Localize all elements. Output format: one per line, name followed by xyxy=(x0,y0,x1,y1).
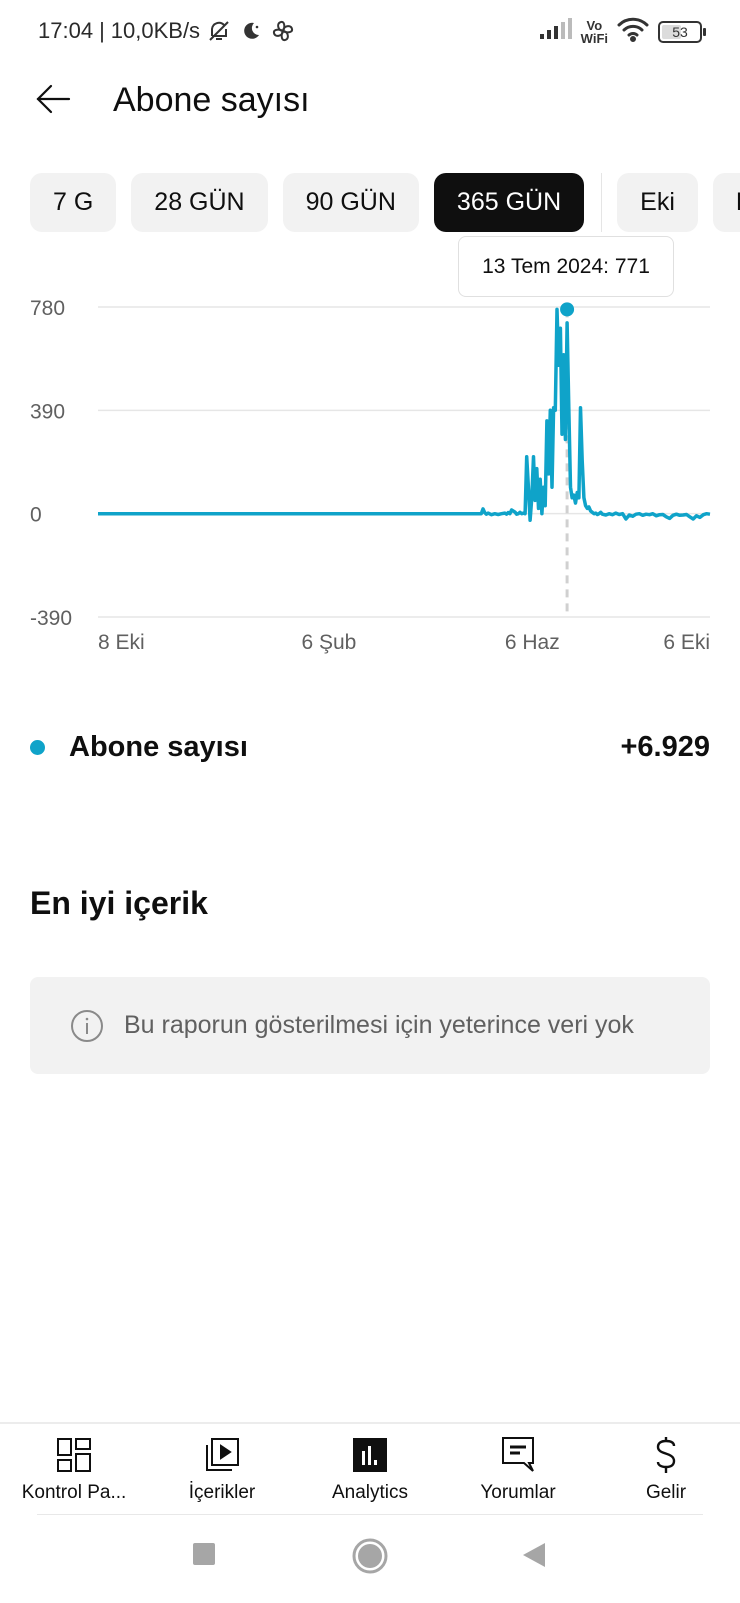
nav-item-revenue[interactable]: Gelir xyxy=(592,1424,740,1514)
arrow-left-icon xyxy=(35,81,71,122)
top-content-title: En iyi içerik xyxy=(30,885,208,921)
chart-tooltip: 13 Tem 2024: 771 xyxy=(458,236,674,297)
dollar-icon xyxy=(647,1436,685,1474)
system-nav-bar xyxy=(0,1530,740,1590)
home-button[interactable] xyxy=(352,1538,388,1579)
chart-legend: Abone sayısı +6.929 xyxy=(30,722,710,772)
bottom-nav: Kontrol Pa... İçerikler Analytics Yoruml… xyxy=(0,1422,740,1514)
moon-icon xyxy=(238,18,264,44)
nav-label: Gelir xyxy=(645,1482,687,1503)
chip-28-days[interactable]: 28 GÜN xyxy=(131,173,268,232)
info-icon xyxy=(70,1009,104,1043)
status-left: 17:04 | 10,0KB/s xyxy=(38,18,296,44)
y-tick-label: 780 xyxy=(30,297,65,320)
chip-month-eyl[interactable]: Eyl xyxy=(712,173,740,232)
nav-divider xyxy=(37,1514,703,1515)
nav-item-content[interactable]: İçerikler xyxy=(148,1424,296,1514)
battery-level: 53 xyxy=(672,23,688,40)
status-time: 17:04 xyxy=(38,18,94,43)
vowifi-bottom: WiFi xyxy=(580,30,608,46)
signal-icon xyxy=(539,17,573,46)
y-tick-label: -390 xyxy=(30,607,72,630)
nav-label: İçerikler xyxy=(188,1482,256,1503)
battery-icon: 53 xyxy=(658,20,706,43)
comments-icon xyxy=(499,1436,537,1474)
vowifi-top: Vo xyxy=(586,17,603,33)
circle-icon xyxy=(352,1538,388,1578)
legend-label: Abone sayısı xyxy=(69,730,248,763)
pinwheel-icon xyxy=(270,18,296,44)
status-separator: | xyxy=(99,18,105,43)
x-tick-label: 6 Şub xyxy=(301,631,356,654)
status-bar: 17:04 | 10,0KB/s Vo WiFi 53 xyxy=(0,0,740,62)
y-tick-label: 0 xyxy=(30,504,42,527)
legend-dot xyxy=(30,739,45,755)
x-tick-label: 6 Eki xyxy=(663,631,710,654)
square-icon xyxy=(192,1543,216,1570)
subscriber-chart[interactable]: 780 390 0 -390 8 Eki 6 Şub 6 Haz 6 Eki 13 Tem 2… xyxy=(0,230,740,670)
highlight-point xyxy=(560,302,575,317)
empty-state-message: Bu raporun gösterilmesi için yeterince v… xyxy=(124,1011,634,1039)
back-button[interactable] xyxy=(30,78,76,124)
analytics-icon xyxy=(351,1436,389,1474)
triangle-back-icon xyxy=(522,1543,546,1572)
nav-item-analytics[interactable]: Analytics xyxy=(296,1424,444,1514)
nav-label: Kontrol Pa... xyxy=(21,1482,127,1503)
bell-off-icon xyxy=(206,18,232,44)
nav-item-dashboard[interactable]: Kontrol Pa... xyxy=(0,1424,148,1514)
y-tick-label: 390 xyxy=(30,400,65,423)
legend-total-value: +6.929 xyxy=(620,730,710,763)
status-right: Vo WiFi 53 xyxy=(539,16,706,47)
chip-7-days[interactable]: 7 G xyxy=(30,173,117,232)
header: Abone sayısı xyxy=(0,70,740,134)
back-nav-button[interactable] xyxy=(522,1542,546,1573)
vowifi-indicator: Vo WiFi xyxy=(581,19,608,45)
series-line xyxy=(98,307,711,523)
wifi-icon xyxy=(616,16,650,47)
x-tick-label: 6 Haz xyxy=(505,631,560,654)
x-tick-label: 8 Eki xyxy=(98,631,145,654)
chip-divider xyxy=(601,173,603,232)
dashboard-icon xyxy=(55,1436,93,1474)
period-chips: 7 G 28 GÜN 90 GÜN 365 GÜN Eki Eyl xyxy=(30,173,740,232)
content-library-icon xyxy=(203,1436,241,1474)
chip-month-eki[interactable]: Eki xyxy=(617,173,698,232)
nav-label: Yorumlar xyxy=(480,1482,556,1503)
status-net-speed: 10,0KB/s xyxy=(110,18,201,43)
chip-365-days[interactable]: 365 GÜN xyxy=(433,173,585,232)
nav-item-comments[interactable]: Yorumlar xyxy=(444,1424,592,1514)
recents-button[interactable] xyxy=(192,1542,216,1571)
nav-label: Analytics xyxy=(331,1482,409,1503)
chip-90-days[interactable]: 90 GÜN xyxy=(282,173,419,232)
empty-state-card: Bu raporun gösterilmesi için yeterince v… xyxy=(30,977,710,1074)
page-title: Abone sayısı xyxy=(113,81,310,119)
